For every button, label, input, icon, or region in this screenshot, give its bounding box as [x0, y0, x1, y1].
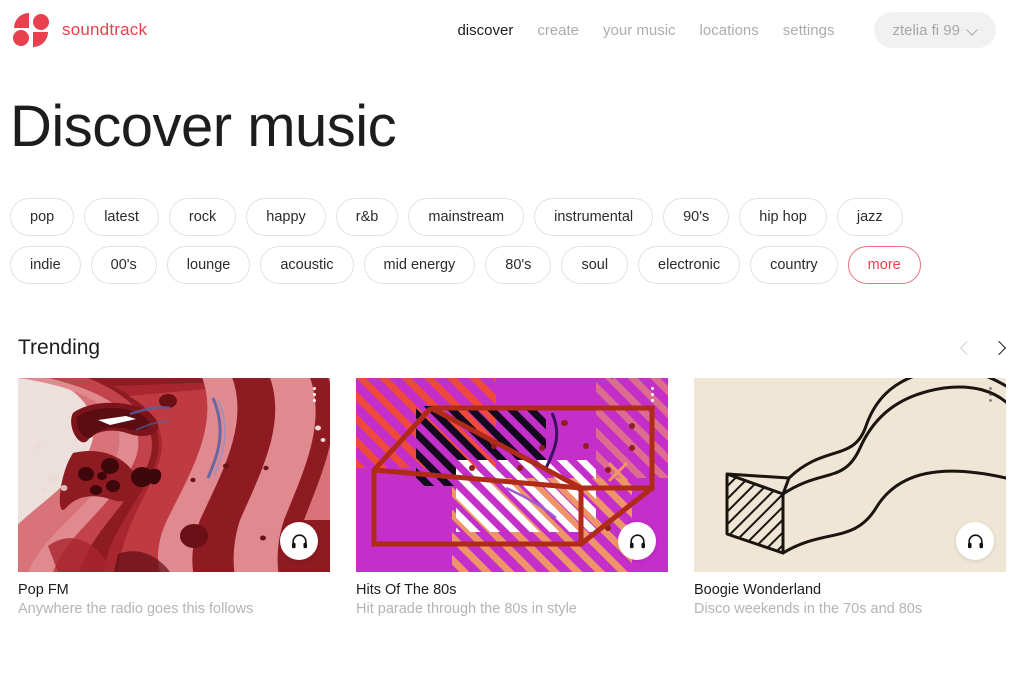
card-artwork-boogie-wonderland[interactable]: [694, 378, 1006, 572]
chip-80s[interactable]: 80's: [485, 246, 552, 284]
more-vertical-icon[interactable]: [989, 387, 992, 402]
chip-more[interactable]: more: [847, 246, 921, 284]
card-subtitle: Anywhere the radio goes this follows: [18, 601, 254, 617]
soundtrack-logo-icon: [10, 9, 52, 51]
nav-item-your-music[interactable]: your music: [603, 22, 676, 39]
chip-90s[interactable]: 90's: [663, 198, 730, 236]
main-nav: discover create your music locations set…: [457, 12, 996, 48]
headphones-icon[interactable]: [280, 522, 318, 560]
chip-indie[interactable]: indie: [10, 246, 81, 284]
card-subtitle: Disco weekends in the 70s and 80s: [694, 601, 923, 617]
app-header: soundtrack discover create your music lo…: [0, 0, 1024, 60]
card-title: Pop FM: [18, 582, 69, 598]
card-artwork-hits-of-the-80s[interactable]: [356, 378, 668, 572]
trending-card-list: Pop FM Anywhere the radio goes this foll…: [18, 378, 1024, 617]
chip-instrumental[interactable]: instrumental: [534, 198, 654, 236]
chevron-left-icon[interactable]: [960, 339, 974, 357]
genre-filter-chips: pop latest rock happy r&b mainstream ins…: [10, 198, 940, 284]
chip-mainstream[interactable]: mainstream: [408, 198, 525, 236]
user-name: ztelia fi 99: [892, 21, 960, 39]
chip-latest[interactable]: latest: [84, 198, 159, 236]
more-vertical-icon[interactable]: [313, 387, 316, 402]
user-menu-button[interactable]: ztelia fi 99: [874, 12, 996, 48]
chip-jazz[interactable]: jazz: [836, 198, 903, 236]
chip-lounge[interactable]: lounge: [166, 246, 251, 284]
carousel-controls: [960, 339, 1006, 357]
more-vertical-icon[interactable]: [651, 387, 654, 402]
chevron-right-icon[interactable]: [992, 339, 1006, 357]
trending-header: Trending: [18, 336, 1006, 360]
nav-item-discover[interactable]: discover: [457, 22, 513, 39]
chip-rnb[interactable]: r&b: [335, 198, 399, 236]
chip-soul[interactable]: soul: [561, 246, 629, 284]
card-artwork-pop-fm[interactable]: [18, 378, 330, 572]
list-item[interactable]: Boogie Wonderland Disco weekends in the …: [694, 378, 1006, 617]
chip-00s[interactable]: 00's: [90, 246, 157, 284]
chevron-down-icon: [968, 25, 978, 35]
page-title: Discover music: [10, 94, 397, 159]
brand-name: soundtrack: [62, 20, 148, 39]
chip-electronic[interactable]: electronic: [638, 246, 741, 284]
card-subtitle: Hit parade through the 80s in style: [356, 601, 577, 617]
card-title: Hits Of The 80s: [356, 582, 457, 598]
headphones-icon[interactable]: [618, 522, 656, 560]
nav-item-locations[interactable]: locations: [700, 22, 759, 39]
headphones-icon[interactable]: [956, 522, 994, 560]
chip-acoustic[interactable]: acoustic: [260, 246, 354, 284]
chip-hip-hop[interactable]: hip hop: [739, 198, 827, 236]
chip-happy[interactable]: happy: [246, 198, 326, 236]
brand[interactable]: soundtrack: [10, 9, 147, 51]
card-title: Boogie Wonderland: [694, 582, 822, 598]
chip-pop[interactable]: pop: [10, 198, 75, 236]
section-title-trending: Trending: [18, 336, 101, 359]
nav-item-settings[interactable]: settings: [783, 22, 835, 39]
list-item[interactable]: Hits Of The 80s Hit parade through the 8…: [356, 378, 668, 617]
list-item[interactable]: Pop FM Anywhere the radio goes this foll…: [18, 378, 330, 617]
chip-country[interactable]: country: [750, 246, 838, 284]
chip-mid-energy[interactable]: mid energy: [363, 246, 476, 284]
nav-item-create[interactable]: create: [537, 22, 579, 39]
chip-rock[interactable]: rock: [168, 198, 237, 236]
